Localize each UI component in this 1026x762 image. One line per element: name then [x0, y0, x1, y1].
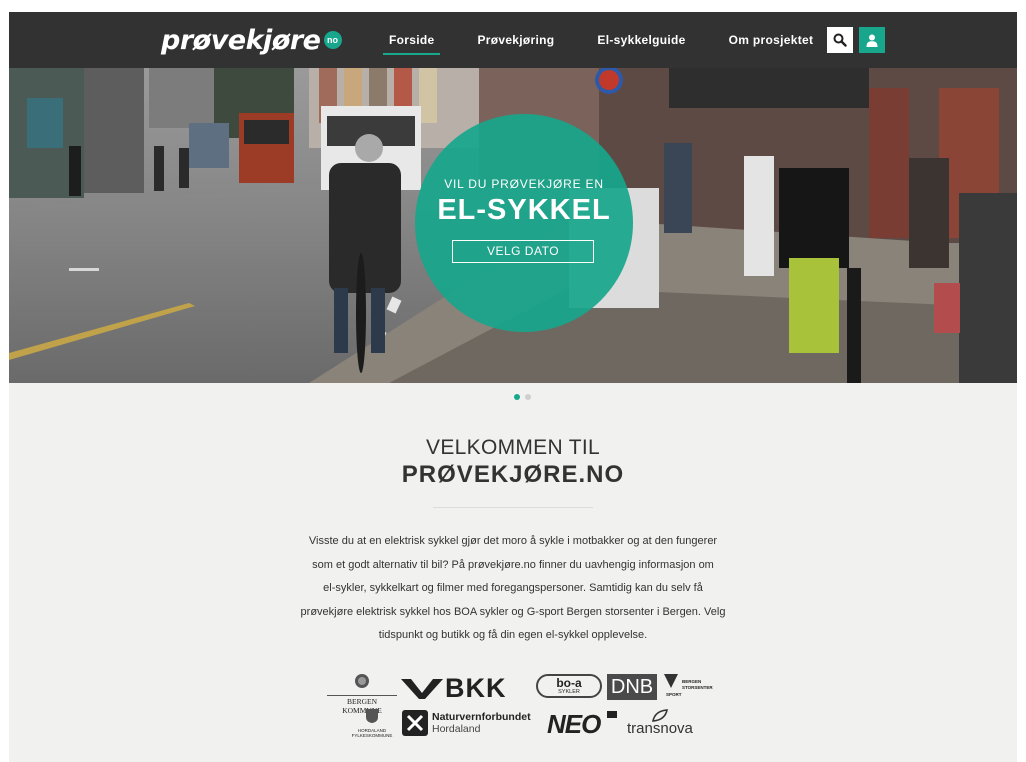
bkk-mark-icon: [401, 679, 443, 699]
carousel-dot-1[interactable]: [514, 394, 520, 400]
bergen-storsenter-text-1: BERGEN: [682, 679, 702, 684]
top-nav: prøvekjøre no Forside Prøvekjøring El-sy…: [9, 12, 1017, 68]
bkk-text: BKK: [445, 673, 507, 703]
naturvern-text-1: Naturvernforbundet: [432, 711, 531, 723]
hordaland-fylkeskommune-logo[interactable]: HORDALAND FYLKESKOMMUNE: [346, 709, 398, 738]
carousel-dot-2[interactable]: [525, 394, 531, 400]
neo-text: NEO: [547, 709, 601, 739]
intro-line: el-sykler, sykkelkart og filmer med fore…: [323, 582, 703, 595]
boa-sub-text: SYKLER: [558, 689, 580, 695]
welcome-heading-line2: PRØVEKJØRE.NO: [401, 461, 625, 488]
nav-item-provekjoring[interactable]: Prøvekjøring: [463, 12, 568, 68]
bergen-storsenter-logo[interactable]: SPORT BERGEN STORSENTER: [664, 674, 724, 700]
intro-line: Visste du at en elektrisk sykkel gjør de…: [308, 535, 718, 547]
logo-badge: no: [323, 31, 342, 49]
intro-line: tidspunkt og butikk og få din egen el-sy…: [378, 629, 648, 642]
nav-item-om-prosjektet[interactable]: Om prosjektet: [715, 12, 828, 68]
intro-text: Visste du at en elektrisk sykkel gjør de…: [293, 530, 733, 648]
hero-cta-circle: VIL DU PRØVEKJØRE EN EL-SYKKEL VELG DATO: [415, 114, 633, 332]
main-menu: Forside Prøvekjøring El-sykkelguide Om p…: [375, 12, 827, 68]
nav-item-forside[interactable]: Forside: [375, 12, 448, 68]
logo-text: prøvekjøre: [161, 24, 321, 56]
transnova-logo[interactable]: transnova: [627, 709, 697, 737]
boa-text: bo-a: [556, 676, 582, 690]
hero-pretitle: VIL DU PRØVEKJØRE EN: [444, 177, 604, 191]
gsport-mark-icon: [664, 674, 678, 688]
user-icon: [866, 34, 878, 47]
divider: [433, 507, 593, 508]
naturvern-text-2: Hordaland: [432, 723, 481, 735]
naturvernforbundet-logo[interactable]: Naturvernforbundet Hordaland: [402, 710, 542, 738]
naturvern-mark-icon: [402, 710, 428, 736]
boa-sykler-logo[interactable]: bo-a SYKLER: [536, 674, 602, 698]
hordaland-crest-icon: [366, 709, 378, 723]
site-logo[interactable]: prøvekjøre no: [161, 22, 342, 58]
neo-logo[interactable]: NEO: [547, 709, 617, 739]
neo-badge-icon: [607, 711, 617, 718]
user-button[interactable]: [859, 27, 885, 53]
transnova-text: transnova: [627, 720, 693, 737]
nav-item-el-sykkelguide[interactable]: El-sykkelguide: [583, 12, 699, 68]
gsport-text: SPORT: [666, 692, 682, 697]
velg-dato-button[interactable]: VELG DATO: [452, 240, 594, 263]
bergen-crest-icon: [355, 674, 369, 688]
page-frame: prøvekjøre no Forside Prøvekjøring El-sy…: [9, 12, 1017, 762]
bkk-logo[interactable]: BKK: [401, 673, 525, 703]
carousel-dots: [514, 394, 531, 400]
search-button[interactable]: [827, 27, 853, 53]
welcome-heading-line1: VELKOMMEN TIL: [426, 436, 600, 459]
hero-banner: VIL DU PRØVEKJØRE EN EL-SYKKEL VELG DATO: [9, 68, 1017, 383]
intro-line: som et godt alternativ til bil? På prøve…: [312, 558, 714, 571]
hordaland-text-2: FYLKESKOMMUNE: [351, 733, 393, 738]
dnb-logo[interactable]: DNB: [607, 674, 657, 700]
intro-line: prøvekjøre elektrisk sykkel hos BOA sykl…: [300, 605, 726, 618]
search-icon: [833, 33, 847, 47]
hero-title: EL-SYKKEL: [437, 194, 611, 226]
bergen-storsenter-text-2: STORSENTER: [682, 685, 713, 690]
